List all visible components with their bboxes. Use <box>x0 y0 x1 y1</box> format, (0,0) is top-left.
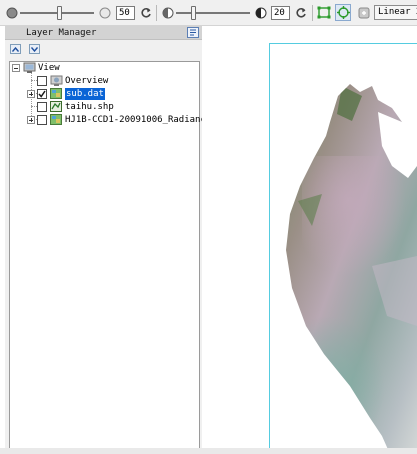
contrast-high-icon <box>253 4 269 21</box>
raster-layer-icon <box>50 88 62 99</box>
vector-layer-icon <box>50 101 62 112</box>
view-icon <box>23 62 36 73</box>
reset-contrast-button[interactable] <box>293 4 309 21</box>
layer-item-taihu-shp[interactable]: taihu.shp <box>10 101 200 113</box>
layer-manager-title: Layer Manager <box>26 28 97 38</box>
stretch-type-select[interactable]: Linear 2 <box>374 5 417 20</box>
pan-icon <box>358 7 370 18</box>
move-layer-up-button[interactable] <box>10 44 21 54</box>
contrast-low-icon <box>160 4 176 21</box>
reset-icon <box>296 7 306 18</box>
collapse-icon[interactable] <box>12 64 20 72</box>
brightness-high-icon <box>97 4 113 21</box>
layer-item-sub-dat[interactable]: sub.dat <box>10 88 200 100</box>
layer-visibility-checkbox[interactable] <box>37 115 47 125</box>
checkmark-icon <box>38 90 46 98</box>
move-layer-down-button[interactable] <box>29 44 40 54</box>
raster-layer-icon <box>50 114 62 125</box>
reset-icon <box>141 7 151 18</box>
image-view-canvas[interactable] <box>202 26 417 454</box>
dock-pin-icon[interactable] <box>187 27 199 38</box>
layer-item-overview[interactable]: Overview <box>10 75 200 87</box>
reset-brightness-button[interactable] <box>138 4 154 21</box>
layer-label: taihu.shp <box>65 102 114 112</box>
tree-root-view[interactable]: View <box>10 62 200 74</box>
layer-visibility-checkbox[interactable] <box>37 76 47 86</box>
toolbar-separator <box>156 5 157 21</box>
display-toolbar: 50 20 Linear 2 <box>0 0 417 26</box>
expand-icon[interactable] <box>27 116 35 124</box>
layer-manager-titlebar: Layer Manager <box>5 26 202 40</box>
layer-label: Overview <box>65 76 109 86</box>
brightness-low-icon <box>4 4 20 21</box>
contrast-value-input[interactable]: 20 <box>271 6 290 20</box>
overview-icon <box>50 75 63 86</box>
expand-icon[interactable] <box>27 90 35 98</box>
zoom-extent-icon <box>317 6 331 19</box>
chevron-up-icon <box>12 46 19 52</box>
chevron-down-icon <box>31 46 38 52</box>
contrast-slider-thumb[interactable] <box>191 6 196 20</box>
layer-label: HJ1B-CCD1-20091006_Radiance <box>65 115 212 125</box>
tree-root-label: View <box>38 63 60 73</box>
layer-visibility-checkbox[interactable] <box>37 89 47 99</box>
layer-label: sub.dat <box>65 88 105 100</box>
layer-item-hj1b-radiance[interactable]: HJ1B-CCD1-20091006_Radiance <box>10 114 211 126</box>
toolbar-separator <box>312 5 313 21</box>
brightness-value-input[interactable]: 50 <box>116 6 135 20</box>
satellite-image <box>286 84 417 454</box>
layer-visibility-checkbox[interactable] <box>37 102 47 112</box>
zoom-fit-icon <box>336 6 350 19</box>
pan-button[interactable] <box>356 4 372 21</box>
layer-manager-panel: Layer Manager View Overview sub.dat taih… <box>5 26 211 454</box>
zoom-extent-button[interactable] <box>316 4 332 21</box>
contrast-slider-track[interactable] <box>176 12 250 14</box>
zoom-fit-button[interactable] <box>335 4 351 21</box>
status-strip <box>0 448 417 454</box>
layer-tree[interactable]: View Overview sub.dat taihu.shp HJ1B-CCD… <box>9 61 211 451</box>
brightness-slider-thumb[interactable] <box>57 6 62 20</box>
